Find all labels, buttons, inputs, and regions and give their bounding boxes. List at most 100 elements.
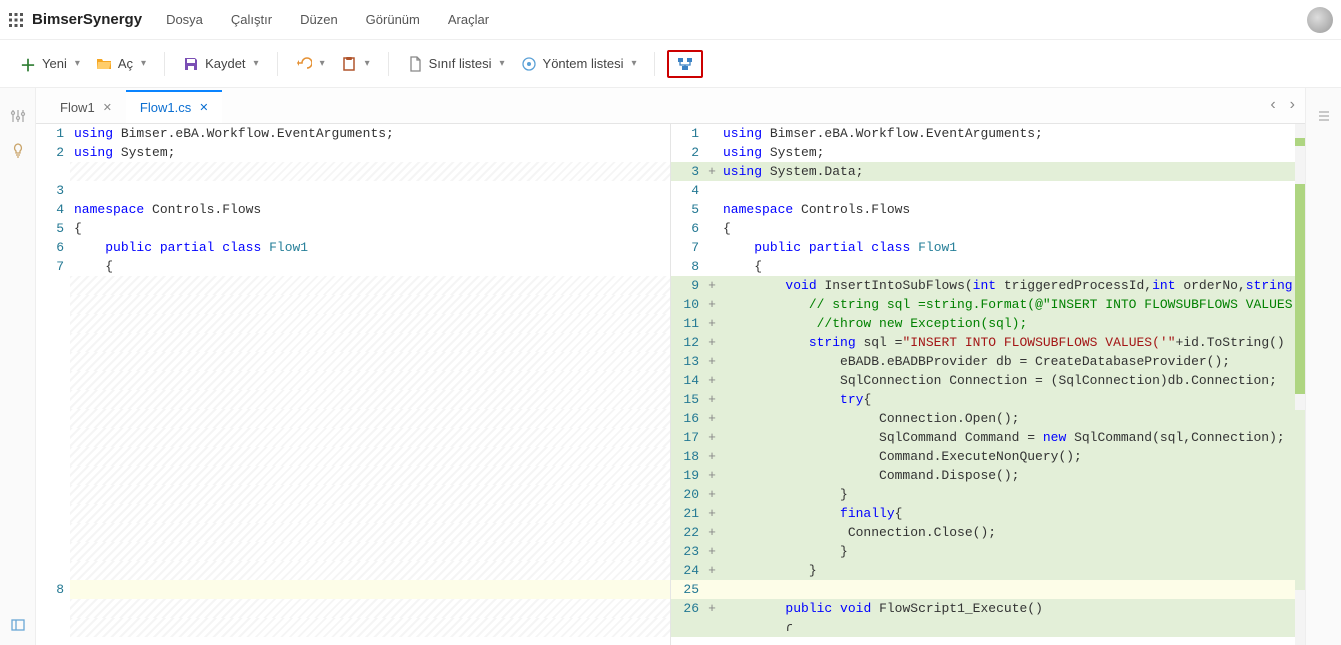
open-label: Aç bbox=[118, 56, 133, 71]
tabstrip: Flow1 ✕ Flow1.cs ✕ ‹ › bbox=[36, 88, 1305, 124]
code-line[interactable]: 7 { bbox=[36, 257, 670, 276]
code-line[interactable]: 3+using System.Data; bbox=[671, 162, 1305, 181]
code-line[interactable]: 8 bbox=[36, 580, 670, 599]
separator bbox=[164, 52, 165, 76]
apps-icon[interactable] bbox=[8, 12, 24, 28]
save-icon bbox=[183, 56, 199, 72]
menu-edit[interactable]: Düzen bbox=[300, 12, 338, 27]
class-list-label: Sınıf listesi bbox=[429, 56, 492, 71]
code-line[interactable]: 24+ } bbox=[671, 561, 1305, 580]
method-icon bbox=[521, 56, 537, 72]
code-line[interactable] bbox=[36, 162, 670, 181]
diff-panes: 1using Bimser.eBA.Workflow.EventArgument… bbox=[36, 124, 1305, 645]
code-line[interactable]: 6 public partial class Flow1 bbox=[36, 238, 670, 257]
close-icon[interactable]: ✕ bbox=[103, 101, 112, 114]
code-line[interactable]: 12+ string sql ="INSERT INTO FLOWSUBFLOW… bbox=[671, 333, 1305, 352]
code-line[interactable]: 22+ Connection.Close(); bbox=[671, 523, 1305, 542]
tab-flow1[interactable]: Flow1 ✕ bbox=[46, 90, 126, 123]
method-list-label: Yöntem listesi bbox=[543, 56, 624, 71]
plus-icon: ＋ bbox=[20, 56, 36, 72]
menu-file[interactable]: Dosya bbox=[166, 12, 203, 27]
diff-tree-icon bbox=[677, 56, 693, 72]
overview-ruler[interactable] bbox=[1295, 124, 1305, 645]
close-icon[interactable]: ✕ bbox=[199, 101, 208, 114]
chevron-down-icon: ▾ bbox=[365, 58, 370, 69]
undo-icon bbox=[296, 56, 312, 72]
code-line[interactable]: 18+ Command.ExecuteNonQuery(); bbox=[671, 447, 1305, 466]
save-button[interactable]: Kaydet ▾ bbox=[177, 50, 265, 78]
code-line[interactable]: 4namespace Controls.Flows bbox=[36, 200, 670, 219]
code-line[interactable]: 4 bbox=[671, 181, 1305, 200]
code-line[interactable]: 5namespace Controls.Flows bbox=[671, 200, 1305, 219]
tab-label: Flow1 bbox=[60, 100, 95, 115]
open-button[interactable]: Aç ▾ bbox=[90, 50, 152, 78]
code-line[interactable]: 26+ public void FlowScript1_Execute() bbox=[671, 599, 1305, 618]
menu-view[interactable]: Görünüm bbox=[366, 12, 420, 27]
compare-button[interactable] bbox=[667, 50, 703, 78]
code-line[interactable]: 2using System; bbox=[36, 143, 670, 162]
method-list-button[interactable]: Yöntem listesi ▾ bbox=[515, 50, 643, 78]
code-line[interactable]: 23+ } bbox=[671, 542, 1305, 561]
tab-flow1cs[interactable]: Flow1.cs ✕ bbox=[126, 90, 223, 123]
list-icon[interactable] bbox=[1316, 108, 1332, 124]
code-line[interactable]: 7 public partial class Flow1 bbox=[671, 238, 1305, 257]
undo-button[interactable]: ▾ bbox=[290, 50, 331, 78]
code-line[interactable]: 2using System; bbox=[671, 143, 1305, 162]
sidebar-toggle-icon[interactable] bbox=[10, 617, 26, 633]
brand-label: BimserSynergy bbox=[32, 11, 142, 28]
tab-prev-button[interactable]: ‹ bbox=[1270, 96, 1275, 114]
menubar: BimserSynergy Dosya Çalıştır Düzen Görün… bbox=[0, 0, 1341, 40]
new-button[interactable]: ＋ Yeni ▾ bbox=[14, 50, 86, 78]
code-line[interactable]: 5{ bbox=[36, 219, 670, 238]
save-label: Kaydet bbox=[205, 56, 245, 71]
code-line[interactable]: 1using Bimser.eBA.Workflow.EventArgument… bbox=[36, 124, 670, 143]
code-line[interactable]: 9+ void InsertIntoSubFlows(int triggered… bbox=[671, 276, 1305, 295]
chevron-down-icon: ▾ bbox=[141, 58, 146, 69]
right-pane[interactable]: 1using Bimser.eBA.Workflow.EventArgument… bbox=[671, 124, 1305, 645]
separator bbox=[654, 52, 655, 76]
file-icon bbox=[407, 56, 423, 72]
tab-label: Flow1.cs bbox=[140, 100, 191, 115]
code-line[interactable]: 19+ Command.Dispose(); bbox=[671, 466, 1305, 485]
chevron-down-icon: ▾ bbox=[500, 58, 505, 69]
workspace: Flow1 ✕ Flow1.cs ✕ ‹ › 1using Bimser.eBA.Wo… bbox=[0, 88, 1341, 645]
new-label: Yeni bbox=[42, 56, 67, 71]
settings-sliders-icon[interactable] bbox=[10, 108, 26, 124]
clipboard-icon bbox=[341, 56, 357, 72]
code-line[interactable]: 20+ } bbox=[671, 485, 1305, 504]
menu-run[interactable]: Çalıştır bbox=[231, 12, 272, 27]
code-line[interactable]: 6{ bbox=[671, 219, 1305, 238]
tab-nav-arrows: ‹ › bbox=[1270, 96, 1295, 114]
menu-tools[interactable]: Araçlar bbox=[448, 12, 489, 27]
left-pane[interactable]: 1using Bimser.eBA.Workflow.EventArgument… bbox=[36, 124, 671, 645]
code-line[interactable]: ɾ bbox=[671, 618, 1305, 637]
toolbar: ＋ Yeni ▾ Aç ▾ Kaydet ▾ ▾ ▾ Sınıf listesi bbox=[0, 40, 1341, 88]
separator bbox=[277, 52, 278, 76]
tab-next-button[interactable]: › bbox=[1290, 96, 1295, 114]
folder-open-icon bbox=[96, 56, 112, 72]
class-list-button[interactable]: Sınıf listesi ▾ bbox=[401, 50, 511, 78]
code-line[interactable]: 14+ SqlConnection Connection = (SqlConne… bbox=[671, 371, 1305, 390]
code-line[interactable]: 15+ try{ bbox=[671, 390, 1305, 409]
code-line[interactable]: 10+ // string sql =string.Format(@"INSER… bbox=[671, 295, 1305, 314]
lightbulb-icon[interactable] bbox=[10, 142, 26, 158]
chevron-down-icon: ▾ bbox=[75, 58, 80, 69]
separator bbox=[388, 52, 389, 76]
chevron-down-icon: ▾ bbox=[631, 58, 636, 69]
editor-area: Flow1 ✕ Flow1.cs ✕ ‹ › 1using Bimser.eBA.Wo… bbox=[36, 88, 1305, 645]
code-line[interactable]: 1using Bimser.eBA.Workflow.EventArgument… bbox=[671, 124, 1305, 143]
code-line[interactable]: 17+ SqlCommand Command = new SqlCommand(… bbox=[671, 428, 1305, 447]
code-line[interactable]: 11+ //throw new Exception(sql); bbox=[671, 314, 1305, 333]
code-line[interactable]: 13+ eBADB.eBADBProvider db = CreateDatab… bbox=[671, 352, 1305, 371]
menu-items: Dosya Çalıştır Düzen Görünüm Araçlar bbox=[166, 12, 489, 27]
code-line[interactable]: 3 bbox=[36, 181, 670, 200]
code-line[interactable]: 8 { bbox=[671, 257, 1305, 276]
chevron-down-icon: ▾ bbox=[320, 58, 325, 69]
code-line[interactable]: 21+ finally{ bbox=[671, 504, 1305, 523]
code-line[interactable]: 16+ Connection.Open(); bbox=[671, 409, 1305, 428]
code-line[interactable]: 25 bbox=[671, 580, 1305, 599]
chevron-down-icon: ▾ bbox=[254, 58, 259, 69]
avatar[interactable] bbox=[1307, 7, 1333, 33]
right-rail bbox=[1305, 88, 1341, 645]
clipboard-button[interactable]: ▾ bbox=[335, 50, 376, 78]
